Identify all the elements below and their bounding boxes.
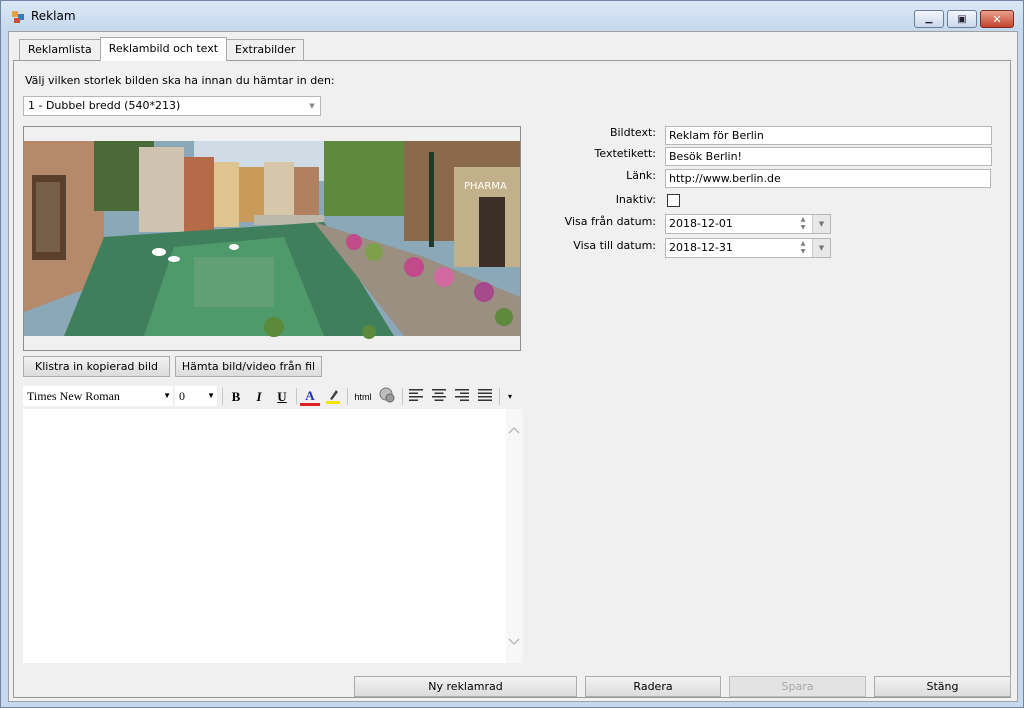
- toolbar-separator: [222, 388, 223, 405]
- font-value: Times New Roman: [27, 389, 120, 403]
- minimize-icon: ▁: [925, 14, 933, 24]
- highlight-button[interactable]: [323, 387, 343, 407]
- paste-image-button[interactable]: Klistra in kopierad bild: [23, 356, 170, 377]
- canal-photo: PHARMA: [24, 141, 520, 339]
- chevron-down-icon: ▼: [207, 391, 215, 400]
- align-center-icon: [432, 389, 446, 401]
- overflow-icon: ▾: [507, 392, 512, 401]
- visa-fran-datepicker[interactable]: 2018-12-01 ▲ ▼ ▼: [665, 214, 831, 234]
- textetikett-label: Textetikett:: [594, 147, 656, 160]
- photo-sign-text: PHARMA: [464, 181, 507, 192]
- textetikett-input[interactable]: Besök Berlin!: [665, 147, 992, 166]
- toolbar-separator: [296, 388, 297, 405]
- tab-reklamlista[interactable]: Reklamlista: [19, 39, 101, 61]
- tab-page: Välj vilken storlek bilden ska ha innan …: [13, 60, 1011, 698]
- spinner-icon[interactable]: ▲ ▼: [798, 215, 808, 233]
- close-button[interactable]: Stäng: [874, 676, 1011, 697]
- chevron-down-icon[interactable]: ▼: [812, 239, 830, 257]
- inaktiv-checkbox[interactable]: [667, 194, 680, 207]
- editor-scrollbar[interactable]: [506, 409, 523, 663]
- visa-fran-value: 2018-12-01: [669, 217, 733, 230]
- new-row-button[interactable]: Ny reklamrad: [354, 676, 577, 697]
- bold-button[interactable]: B: [226, 387, 246, 407]
- align-justify-icon: [478, 389, 492, 401]
- align-center-button[interactable]: [429, 387, 449, 407]
- scroll-down-icon: [508, 638, 520, 646]
- font-select[interactable]: Times New Roman ▼: [23, 386, 173, 406]
- globe-link-icon: [379, 387, 395, 403]
- minimize-button[interactable]: ▁: [914, 10, 944, 28]
- visa-till-value: 2018-12-31: [669, 241, 733, 254]
- toolbar-separator: [499, 388, 500, 405]
- text-editor[interactable]: [23, 409, 523, 663]
- title-bar: Reklam ▁ ▣ ✕: [1, 1, 1023, 31]
- inaktiv-label: Inaktiv:: [615, 193, 656, 206]
- underline-button[interactable]: U: [272, 387, 292, 407]
- tab-strip: Reklamlista Reklambild och text Extrabil…: [19, 37, 305, 61]
- visa-fran-label: Visa från datum:: [564, 215, 656, 228]
- justify-button[interactable]: [475, 387, 495, 407]
- tab-reklambild-och-text[interactable]: Reklambild och text: [99, 37, 228, 61]
- close-icon: ✕: [992, 12, 1002, 26]
- link-button[interactable]: [377, 387, 397, 407]
- chevron-down-icon: ▼: [163, 391, 171, 400]
- app-icon: [12, 11, 24, 23]
- lank-input[interactable]: http://www.berlin.de: [665, 169, 991, 188]
- editor-toolbar: Times New Roman ▼ 0 ▼ B I U A html ▾: [23, 384, 523, 409]
- close-window-button[interactable]: ✕: [980, 10, 1014, 28]
- chevron-down-icon: ▼: [309, 102, 315, 110]
- client-area: Reklamlista Reklambild och text Extrabil…: [8, 31, 1018, 702]
- maximize-icon: ▣: [957, 13, 967, 25]
- toolbar-separator: [402, 388, 403, 405]
- visa-till-label: Visa till datum:: [573, 239, 656, 252]
- spinner-icon[interactable]: ▲ ▼: [798, 239, 808, 257]
- toolbar-separator: [347, 388, 348, 405]
- size-prompt-label: Välj vilken storlek bilden ska ha innan …: [25, 74, 335, 87]
- fetch-file-button[interactable]: Hämta bild/video från fil: [175, 356, 322, 377]
- font-size-select[interactable]: 0 ▼: [175, 386, 217, 406]
- toolbar-overflow-button[interactable]: ▾: [503, 387, 517, 407]
- bildtext-label: Bildtext:: [609, 126, 656, 139]
- align-right-icon: [455, 389, 469, 401]
- image-size-select[interactable]: 1 - Dubbel bredd (540*213) ▼: [23, 96, 321, 116]
- window-title: Reklam: [31, 9, 76, 23]
- image-size-value: 1 - Dubbel bredd (540*213): [28, 99, 181, 112]
- scroll-up-icon: [508, 426, 520, 434]
- maximize-button[interactable]: ▣: [947, 10, 977, 28]
- chevron-down-icon[interactable]: ▼: [812, 215, 830, 233]
- font-size-value: 0: [179, 389, 185, 403]
- highlighter-icon: [326, 390, 340, 404]
- italic-button[interactable]: I: [249, 387, 269, 407]
- align-right-button[interactable]: [452, 387, 472, 407]
- font-color-button[interactable]: A: [300, 387, 320, 406]
- bildtext-input[interactable]: Reklam för Berlin: [665, 126, 992, 145]
- visa-till-datepicker[interactable]: 2018-12-31 ▲ ▼ ▼: [665, 238, 831, 258]
- image-preview: PHARMA: [23, 126, 521, 351]
- html-button[interactable]: html: [351, 387, 375, 407]
- align-left-button[interactable]: [406, 387, 426, 407]
- delete-button[interactable]: Radera: [585, 676, 721, 697]
- align-left-icon: [409, 389, 423, 401]
- app-window: Reklam ▁ ▣ ✕ Reklamlista Reklambild och …: [0, 0, 1024, 708]
- tab-extrabilder[interactable]: Extrabilder: [226, 39, 305, 61]
- save-button[interactable]: Spara: [729, 676, 866, 697]
- lank-label: Länk:: [626, 169, 656, 182]
